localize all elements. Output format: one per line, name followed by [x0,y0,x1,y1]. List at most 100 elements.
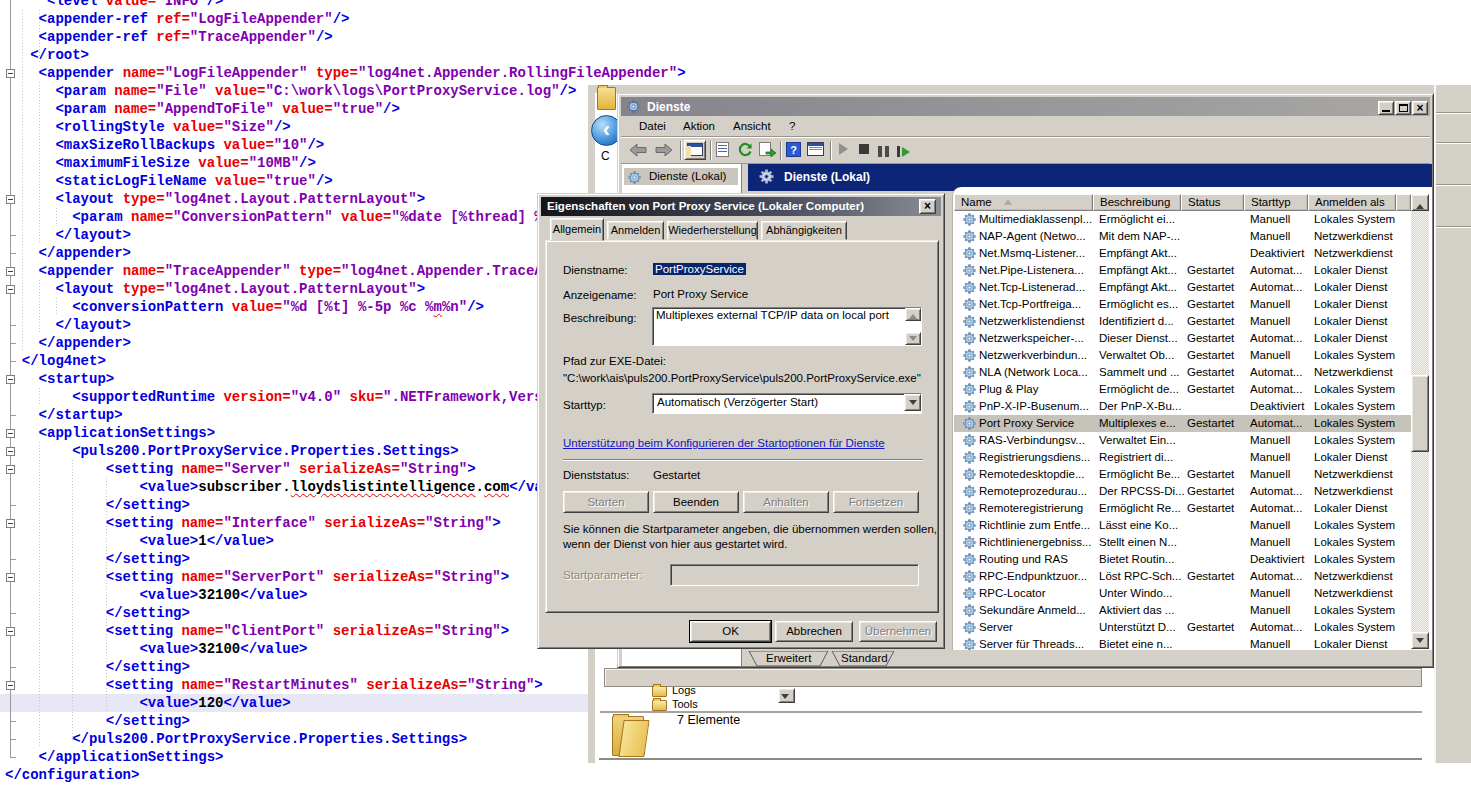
fold-toggle[interactable] [6,627,15,636]
service-row[interactable]: Net.Tcp-Portfreiga...Ermöglicht es...Ges… [954,296,1411,313]
fold-toggle[interactable] [6,285,15,294]
fold-toggle[interactable] [6,519,15,528]
service-row[interactable]: Richtlinie zum Entfe...Lässt eine Ko...M… [954,517,1411,534]
dialog-tab-anmelden[interactable]: Anmelden [607,221,664,240]
scroll-thumb[interactable] [1411,375,1429,452]
show-hide-tree-icon[interactable] [684,140,706,160]
column-header-status[interactable]: Status [1181,194,1244,211]
service-row[interactable]: ServerUnterstützt D...GestartetAutomat..… [954,619,1411,636]
beschreibung-textarea[interactable]: Multiplexes external TCP/IP data on loca… [652,307,922,346]
scroll-up-button[interactable] [1411,194,1429,211]
abbrechen-button[interactable]: Abbrechen [775,621,853,642]
service-row[interactable]: Net.Pipe-Listenera...Empfängt Akt...Gest… [954,262,1411,279]
fold-toggle[interactable] [6,267,15,276]
service-row[interactable]: Netzwerkspeicher-...Dieser Dienst...Gest… [954,330,1411,347]
fold-toggle[interactable] [6,465,15,474]
fold-toggle[interactable] [6,375,15,384]
code-line: </root> [5,46,89,64]
fortsetzen-button[interactable]: Fortsetzen [833,491,919,513]
service-row[interactable]: NLA (Network Loca...Sammelt und ...Gesta… [954,364,1411,381]
service-row[interactable]: Sekundäre Anmeld...Aktiviert das ...Manu… [954,602,1411,619]
service-row[interactable]: Remoteprozedurau...Der RPCSS-Di...Gestar… [954,483,1411,500]
pause-service-icon[interactable] [878,143,889,161]
service-row[interactable]: RemoteregistrierungErmöglicht Re...Gesta… [954,500,1411,517]
service-description: Unterstützt D... [1099,621,1176,633]
service-row[interactable]: Multimediaklassenpl...Ermöglicht ei...Ma… [954,211,1411,228]
service-row[interactable]: Routing und RASBietet Routin...Deaktivie… [954,551,1411,568]
dienstname-value[interactable]: PortProxyService [653,263,746,275]
help-icon[interactable]: ? [786,142,801,157]
column-header-anmeldenals[interactable]: Anmelden als [1308,194,1396,211]
close-button[interactable]: × [1412,101,1428,115]
standard-view-icon[interactable] [807,142,824,156]
menu-?[interactable]: ? [789,120,795,132]
fold-toggle[interactable] [6,681,15,690]
fold-toggle[interactable] [6,69,15,78]
explorer-app-icon [597,87,616,110]
fold-toggle[interactable] [6,429,15,438]
services-title-bar[interactable]: Dienste × [621,97,1430,116]
dialog-tab-allgemein[interactable]: Allgemein [550,218,604,241]
maximize-button[interactable] [1395,101,1411,115]
service-row[interactable]: RPC-Endpunktzuor...Löst RPC-Sch...Gestar… [954,568,1411,585]
service-row[interactable]: Richtlinienergebniss...Stellt einen N...… [954,534,1411,551]
startparameter-input[interactable] [670,564,919,586]
service-row[interactable]: Registrierungsdiens...Registriert di...M… [954,449,1411,466]
minimize-button[interactable] [1378,101,1394,115]
menu-ansicht[interactable]: Ansicht [733,120,771,132]
fold-toggle[interactable] [6,573,15,582]
service-row[interactable]: Net.Msmq-Listener...Empfängt Akt...Deakt… [954,245,1411,262]
service-row[interactable]: Remotedesktopdie...Ermöglicht Be...Gesta… [954,466,1411,483]
properties-icon[interactable] [716,142,729,157]
service-row[interactable]: Netzwerkverbindun...Verwaltet Ob...Gesta… [954,347,1411,364]
starten-button[interactable]: Starten [563,491,649,513]
fold-toggle[interactable] [6,447,15,456]
service-row[interactable]: RPC-LocatorUnter Windo...ManuellNetzwerk… [954,585,1411,602]
column-header-starttyp[interactable]: Starttyp [1244,194,1308,211]
refresh-icon[interactable] [737,141,754,162]
anhalten-button[interactable]: Anhalten [743,491,829,513]
column-header-name[interactable]: Name [954,194,1093,211]
bernehmen-button[interactable]: Übernehmen [859,621,937,642]
ok-button[interactable]: OK [690,621,771,642]
scroll-down-button[interactable] [1411,632,1429,649]
tree-item-dienste[interactable]: Dienste (Lokal) [624,168,738,185]
tab-standard[interactable]: Standard [841,652,888,664]
chevron-down-icon[interactable] [904,394,921,411]
tab-erweitert[interactable]: Erweitert [766,652,811,664]
service-row[interactable]: Net.Tcp-Listenerad...Empfängt Akt...Gest… [954,279,1411,296]
dropdown-button[interactable] [778,688,795,703]
stop-service-icon[interactable] [859,144,869,154]
scroll-up-button[interactable] [905,308,921,321]
menu-aktion[interactable]: Aktion [683,120,715,132]
column-header-beschreibung[interactable]: Beschreibung [1093,194,1181,211]
dialog-tab-abhngigkeiten[interactable]: Abhängigkeiten [761,221,847,240]
scroll-down-button[interactable] [905,332,921,345]
fold-toggle[interactable] [6,195,15,204]
service-row[interactable]: Plug & PlayErmöglicht de...GestartetAuto… [954,381,1411,398]
service-status: Gestartet [1187,298,1234,310]
start-service-icon[interactable] [839,143,854,155]
back-icon[interactable] [628,142,648,162]
vertical-scrollbar[interactable] [1411,194,1429,649]
service-row[interactable]: PnP-X-IP-Busenum...Der PnP-X-Bu...Deakti… [954,398,1411,415]
column-header-filler[interactable] [1396,194,1411,211]
service-status: Gestartet [1187,383,1234,395]
folder-label[interactable]: Tools [672,698,698,710]
close-icon[interactable]: × [919,199,936,214]
service-row[interactable]: RAS-Verbindungsv...Verwaltet Ein...Manue… [954,432,1411,449]
beenden-button[interactable]: Beenden [653,491,739,513]
service-row[interactable]: Server für Threads...Bietet eine n...Man… [954,636,1411,650]
dialog-tab-wiederherstellung[interactable]: Wiederherstellung [667,221,758,240]
export-list-icon[interactable] [759,142,771,156]
service-row[interactable]: Port Proxy ServiceMultiplexes e...Gestar… [954,415,1411,432]
service-row[interactable]: NAP-Agent (Netwo...Mit dem NAP-...Manuel… [954,228,1411,245]
dialog-title-bar[interactable]: Eigenschaften von Port Proxy Service (Lo… [541,197,941,216]
forward-icon[interactable] [654,142,674,162]
startoptionen-link[interactable]: Unterstützung beim Konfigurieren der Sta… [563,437,885,449]
menu-datei[interactable]: Datei [639,120,666,132]
service-starttype: Manuell [1250,298,1290,310]
service-row[interactable]: NetzwerklistendienstIdentifiziert d...Ge… [954,313,1411,330]
starttyp-combobox[interactable]: Automatisch (Verzögerter Start) [652,393,922,414]
restart-service-icon[interactable] [897,143,915,161]
